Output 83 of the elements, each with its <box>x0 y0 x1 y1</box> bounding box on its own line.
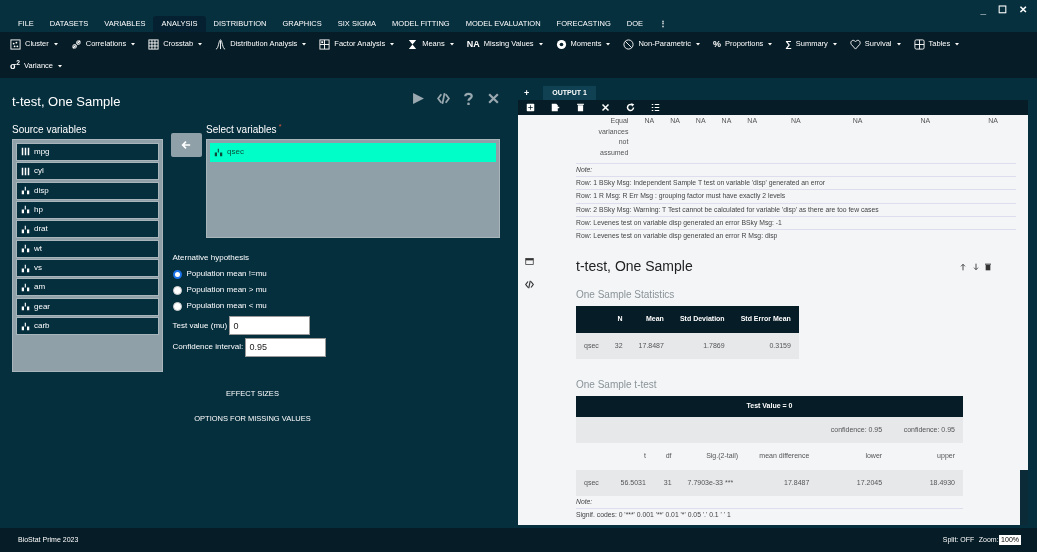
code-icon[interactable] <box>524 280 534 289</box>
add-icon[interactable] <box>526 103 535 112</box>
caret-icon <box>694 41 701 47</box>
list-icon[interactable] <box>651 103 660 112</box>
radio-button[interactable] <box>172 269 182 279</box>
test-value-field[interactable]: 0 <box>229 316 311 336</box>
window-icon[interactable] <box>524 257 534 266</box>
numeric-icon <box>214 147 223 157</box>
output-title: t-test, One Sample <box>576 257 693 277</box>
bar-chart-icon <box>21 166 30 176</box>
arrow-down-icon[interactable] <box>971 262 980 271</box>
numeric-icon <box>21 186 30 196</box>
trash-icon[interactable] <box>984 262 992 271</box>
numeric-icon <box>21 321 30 331</box>
numeric-icon <box>21 224 30 234</box>
section-label: Source variables <box>12 122 88 137</box>
confidence-field[interactable]: 0.95 <box>245 337 327 357</box>
numeric-icon <box>21 302 30 312</box>
move-left-button[interactable] <box>170 132 202 157</box>
caret-icon <box>52 41 59 47</box>
run-icon[interactable] <box>412 92 425 105</box>
code-icon[interactable] <box>437 92 450 105</box>
variable-item[interactable]: carb <box>16 317 159 336</box>
add-tab-button[interactable]: + <box>524 86 530 100</box>
section-title: One Sample t-test <box>576 378 658 393</box>
variable-item[interactable]: gear <box>16 297 159 316</box>
arrow-left-icon <box>181 139 191 150</box>
radio-label: Population mean > mu <box>186 284 267 297</box>
scatter-icon <box>10 38 21 50</box>
section-label: Select variables <box>206 122 277 137</box>
caret-icon <box>57 63 63 69</box>
caret-icon <box>130 41 137 47</box>
grid-icon <box>148 38 160 50</box>
caret-icon <box>448 41 455 47</box>
numeric-icon <box>21 244 30 254</box>
variable-item[interactable]: cyl <box>16 162 159 181</box>
section-label: Aternative hypothesis <box>172 251 250 264</box>
caret-icon <box>301 41 308 47</box>
arrow-up-icon[interactable] <box>959 262 967 271</box>
caret-icon <box>197 41 204 47</box>
close-icon[interactable] <box>487 92 500 105</box>
caret-icon <box>954 41 961 47</box>
variable-item[interactable]: wt <box>16 239 159 258</box>
refresh-icon[interactable] <box>626 103 635 112</box>
trash-icon[interactable] <box>576 103 585 112</box>
bar-chart-icon <box>21 147 30 157</box>
variable-item[interactable]: vs <box>16 259 159 278</box>
caret-icon <box>767 41 774 47</box>
variable-item[interactable]: am <box>16 278 159 297</box>
numeric-icon <box>21 205 30 215</box>
variable-item[interactable]: hp <box>16 200 159 219</box>
radio-label: Population mean !=mu <box>186 268 267 281</box>
numeric-icon <box>21 283 30 292</box>
variable-item[interactable]: disp <box>16 181 159 200</box>
maximize-button[interactable]: ☐ <box>998 2 1007 17</box>
minimize-button[interactable]: _ <box>980 2 986 17</box>
caret-icon <box>831 41 838 47</box>
grid-icon <box>319 38 331 50</box>
variable-item[interactable]: qsec <box>210 142 496 162</box>
caret-icon <box>389 41 396 47</box>
table-icon <box>913 38 925 50</box>
curve-icon <box>215 38 227 50</box>
close-button[interactable]: ✕ <box>1019 2 1027 17</box>
section-title: One Sample Statistics <box>576 288 676 303</box>
export-icon[interactable] <box>551 103 560 112</box>
caret-icon <box>895 41 902 47</box>
radio-button[interactable] <box>172 285 182 295</box>
variable-item[interactable]: drat <box>16 220 159 239</box>
radio-button[interactable] <box>172 301 182 311</box>
heart-icon <box>849 38 861 50</box>
dialog-title: t-test, One Sample <box>12 93 121 111</box>
circle-slash-icon <box>623 38 635 50</box>
numeric-icon <box>21 263 30 273</box>
hourglass-icon <box>407 38 419 50</box>
caret-icon <box>605 41 612 47</box>
link-icon <box>70 38 82 50</box>
radio-label: Population mean < mu <box>186 300 267 313</box>
field-label: Confidence interval: <box>172 341 244 353</box>
caret-icon <box>537 41 544 47</box>
variable-item[interactable]: mpg <box>16 142 159 161</box>
field-label: Test value (mu) <box>172 319 228 332</box>
scrollbar-thumb[interactable] <box>1020 470 1028 525</box>
help-icon[interactable] <box>462 92 475 105</box>
